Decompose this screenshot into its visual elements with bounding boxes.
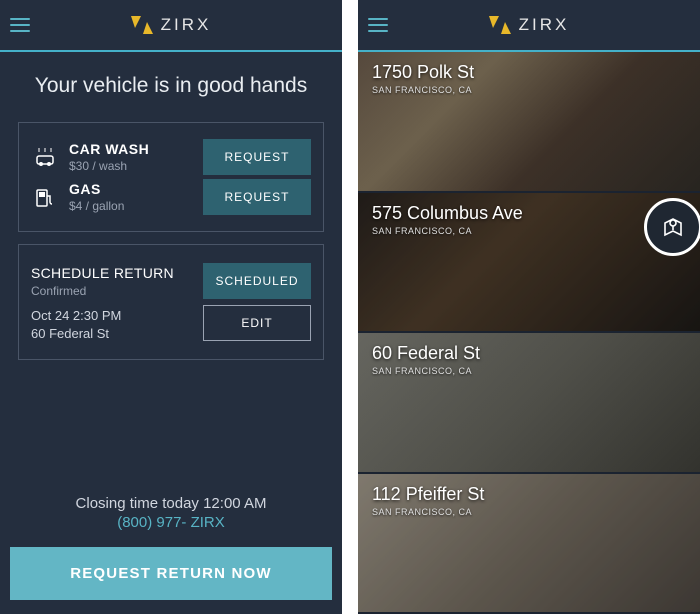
request-gas-button[interactable]: REQUEST	[203, 179, 311, 215]
location-item[interactable]: 1750 Polk St SAN FRANCISCO, CA	[358, 52, 700, 193]
location-address: 575 Columbus Ave	[372, 203, 686, 224]
right-screen: ZIRX 1750 Polk St SAN FRANCISCO, CA 575 …	[358, 0, 700, 614]
service-row-gas: GAS $4 / gallon REQUEST	[31, 179, 311, 215]
request-return-button[interactable]: REQUEST RETURN NOW	[10, 547, 332, 600]
brand: ZIRX	[489, 15, 570, 35]
edit-button[interactable]: EDIT	[203, 305, 311, 341]
map-button[interactable]	[644, 198, 700, 256]
schedule-datetime: Oct 24 2:30 PM	[31, 308, 121, 323]
location-city: SAN FRANCISCO, CA	[372, 507, 686, 517]
map-pin-icon	[659, 213, 687, 241]
service-row-carwash: CAR WASH $30 / wash REQUEST	[31, 139, 311, 175]
phone-link[interactable]: (800) 977- ZIRX	[0, 514, 342, 547]
location-item[interactable]: 112 Pfeiffer St SAN FRANCISCO, CA	[358, 474, 700, 614]
closing-time: Closing time today 12:00 AM	[0, 485, 342, 514]
location-city: SAN FRANCISCO, CA	[372, 226, 686, 236]
brand: ZIRX	[131, 15, 212, 35]
headline: Your vehicle is in good hands	[0, 52, 342, 116]
car-wash-icon	[31, 143, 59, 171]
schedule-address: 60 Federal St	[31, 326, 121, 341]
brand-text: ZIRX	[519, 15, 570, 35]
left-screen: ZIRX Your vehicle is in good hands CAR W…	[0, 0, 342, 614]
location-address: 112 Pfeiffer St	[372, 484, 686, 505]
schedule-card: SCHEDULE RETURN Confirmed SCHEDULED Oct …	[18, 244, 324, 360]
service-title: CAR WASH	[69, 141, 203, 157]
services-card: CAR WASH $30 / wash REQUEST GAS $4 / gal…	[18, 122, 324, 232]
logo-icon	[489, 16, 513, 34]
location-address: 60 Federal St	[372, 343, 686, 364]
scheduled-badge: SCHEDULED	[203, 263, 311, 299]
location-city: SAN FRANCISCO, CA	[372, 85, 686, 95]
location-item[interactable]: 60 Federal St SAN FRANCISCO, CA	[358, 333, 700, 474]
location-city: SAN FRANCISCO, CA	[372, 366, 686, 376]
service-title: GAS	[69, 181, 203, 197]
location-list[interactable]: 1750 Polk St SAN FRANCISCO, CA 575 Colum…	[358, 52, 700, 614]
request-carwash-button[interactable]: REQUEST	[203, 139, 311, 175]
topbar: ZIRX	[0, 0, 342, 52]
brand-text: ZIRX	[161, 15, 212, 35]
menu-icon[interactable]	[10, 18, 30, 32]
service-sub: $30 / wash	[69, 159, 203, 173]
location-address: 1750 Polk St	[372, 62, 686, 83]
menu-icon[interactable]	[368, 18, 388, 32]
schedule-status: Confirmed	[31, 284, 174, 298]
schedule-title: SCHEDULE RETURN	[31, 265, 174, 281]
gas-pump-icon	[31, 183, 59, 211]
topbar: ZIRX	[358, 0, 700, 52]
logo-icon	[131, 16, 155, 34]
service-sub: $4 / gallon	[69, 199, 203, 213]
